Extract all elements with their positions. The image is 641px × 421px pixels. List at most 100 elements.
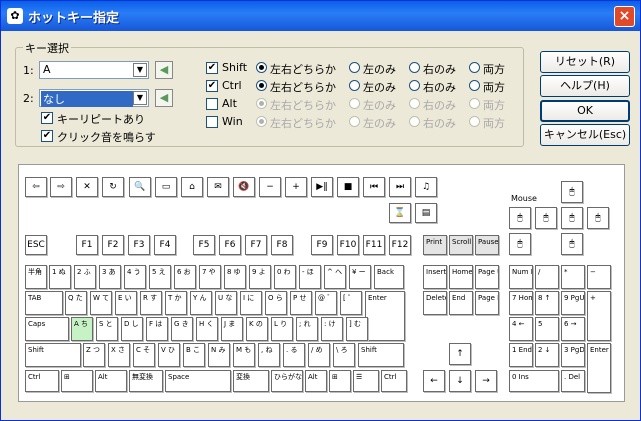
back-icon[interactable]: ⇦ — [25, 177, 47, 197]
key-num8[interactable]: 8 ↑ — [535, 291, 559, 315]
key-hankaku[interactable]: 半角 — [25, 265, 47, 289]
key-0[interactable]: 0 わ — [274, 265, 296, 289]
close-button[interactable]: × — [614, 6, 635, 27]
key-num0[interactable]: 0 Ins — [509, 370, 559, 392]
key-kana[interactable]: ひらがな — [271, 370, 303, 392]
key-comma[interactable]: , ね — [258, 343, 280, 367]
mouse-down-icon[interactable]: 🖱 — [561, 233, 583, 255]
key-f2[interactable]: F2 — [102, 235, 124, 255]
chevron-down-icon[interactable]: ▼ — [133, 91, 147, 105]
music-icon[interactable]: ♫ — [415, 177, 437, 197]
mouse-wheel-icon[interactable]: 🖱 — [535, 207, 557, 229]
key-w[interactable]: W て — [90, 291, 112, 315]
key-num4[interactable]: 4 ← — [509, 317, 533, 341]
modifier-ctrl-option-radio[interactable] — [409, 80, 420, 91]
key2-combo[interactable]: なし ▼ — [39, 89, 149, 107]
key-f7[interactable]: F7 — [245, 235, 267, 255]
modifier-shift-option-radio[interactable] — [349, 62, 360, 73]
key-p[interactable]: P せ — [290, 291, 312, 315]
modifier-shift-option-radio[interactable] — [469, 62, 480, 73]
key-tab[interactable]: TAB — [25, 291, 63, 315]
key-slash[interactable]: / め — [308, 343, 330, 367]
key-f1[interactable]: F1 — [76, 235, 98, 255]
search-icon[interactable]: 🔍 — [129, 177, 151, 197]
key-num-plus[interactable]: + — [587, 291, 611, 341]
key-muhenkan[interactable]: 無変換 — [129, 370, 163, 392]
key-num-decimal[interactable]: . Del — [561, 370, 585, 392]
key-lctrl[interactable]: Ctrl — [25, 370, 59, 392]
key-num6[interactable]: 6 → — [561, 317, 585, 341]
key-lalt[interactable]: Alt — [95, 370, 127, 392]
modifier-alt-option-radio[interactable] — [409, 98, 420, 109]
key-backspace[interactable]: Back — [374, 265, 404, 289]
calculator-icon[interactable]: ▤ — [415, 203, 437, 223]
title-bar[interactable]: ✿ ホットキー指定 × — [1, 1, 640, 31]
key-rshift[interactable]: Shift — [358, 343, 404, 367]
mail-icon[interactable]: ✉ — [207, 177, 229, 197]
key-rbracket[interactable]: ] む — [346, 317, 368, 341]
key-h[interactable]: H く — [196, 317, 218, 341]
key-pause[interactable]: Pause — [475, 235, 499, 255]
key-f9[interactable]: F9 — [311, 235, 333, 255]
stop-media-icon[interactable]: ■ — [337, 177, 359, 197]
forward-icon[interactable]: ⇨ — [50, 177, 72, 197]
key-2[interactable]: 2 ふ — [74, 265, 96, 289]
key-home[interactable]: Home — [449, 265, 473, 289]
key-insert[interactable]: Insert — [423, 265, 447, 289]
key-z[interactable]: Z つ — [83, 343, 105, 367]
modifier-win-option-radio[interactable] — [256, 116, 267, 127]
key-num-enter[interactable]: Enter — [587, 343, 611, 393]
key-f4[interactable]: F4 — [154, 235, 176, 255]
play-pause-icon[interactable]: ▶‖ — [311, 177, 333, 197]
key-o[interactable]: O ら — [265, 291, 287, 315]
key-f[interactable]: F は — [146, 317, 168, 341]
key-num2[interactable]: 2 ↓ — [535, 343, 559, 367]
mouse-right-icon[interactable]: 🖱 — [587, 207, 609, 229]
key-menu[interactable]: ☰ — [353, 370, 379, 392]
key-e[interactable]: E い — [115, 291, 137, 315]
key-f12[interactable]: F12 — [389, 235, 411, 255]
key-3[interactable]: 3 あ — [99, 265, 121, 289]
key-at[interactable]: @ ゛ — [315, 291, 337, 315]
key-j[interactable]: J ま — [221, 317, 243, 341]
home-icon[interactable]: ⌂ — [181, 177, 203, 197]
repeat-checkbox[interactable]: ✔ — [41, 112, 53, 124]
modifier-alt-option-radio[interactable] — [256, 98, 267, 109]
modifier-shift-checkbox[interactable]: ✔ — [206, 62, 218, 74]
key-down[interactable]: ↓ — [449, 370, 471, 392]
key-num-minus[interactable]: − — [587, 265, 611, 289]
cancel-button[interactable]: キャンセル(Esc) — [540, 124, 630, 146]
key-l[interactable]: L り — [271, 317, 293, 341]
mouse-x1-icon[interactable]: 🖱 — [509, 233, 531, 255]
volume-down-icon[interactable]: − — [259, 177, 281, 197]
modifier-ctrl-option-radio[interactable] — [349, 80, 360, 91]
help-button[interactable]: ヘルプ(H) — [540, 75, 630, 97]
key-enter[interactable]: Enter — [365, 291, 405, 341]
key-b[interactable]: B こ — [183, 343, 205, 367]
key-6[interactable]: 6 お — [174, 265, 196, 289]
key-c[interactable]: C そ — [133, 343, 155, 367]
key-num9[interactable]: 9 PgUp — [561, 291, 585, 315]
key-7[interactable]: 7 や — [199, 265, 221, 289]
click-sound-checkbox[interactable]: ✔ — [41, 130, 53, 142]
key-g[interactable]: G き — [171, 317, 193, 341]
modifier-ctrl-checkbox[interactable]: ✔ — [206, 80, 218, 92]
modifier-ctrl-option-radio[interactable] — [469, 80, 480, 91]
key-t[interactable]: T か — [165, 291, 187, 315]
chevron-down-icon[interactable]: ▼ — [133, 63, 147, 77]
key-n[interactable]: N み — [208, 343, 230, 367]
key-9[interactable]: 9 よ — [249, 265, 271, 289]
key-space[interactable]: Space — [165, 370, 231, 392]
key-right[interactable]: → — [475, 370, 497, 392]
key-delete[interactable]: Delete — [423, 291, 447, 315]
key-8[interactable]: 8 ゆ — [224, 265, 246, 289]
key-esc[interactable]: ESC — [25, 235, 47, 255]
volume-up-icon[interactable]: + — [285, 177, 307, 197]
mouse-up-icon[interactable]: 🖱 — [561, 181, 583, 203]
key-ralt[interactable]: Alt — [305, 370, 327, 392]
key-pagedown[interactable]: Page Down — [475, 291, 499, 315]
key-f8[interactable]: F8 — [271, 235, 293, 255]
key-rctrl[interactable]: Ctrl — [381, 370, 407, 392]
key-y[interactable]: Y ん — [190, 291, 212, 315]
key-colon[interactable]: : け — [321, 317, 343, 341]
